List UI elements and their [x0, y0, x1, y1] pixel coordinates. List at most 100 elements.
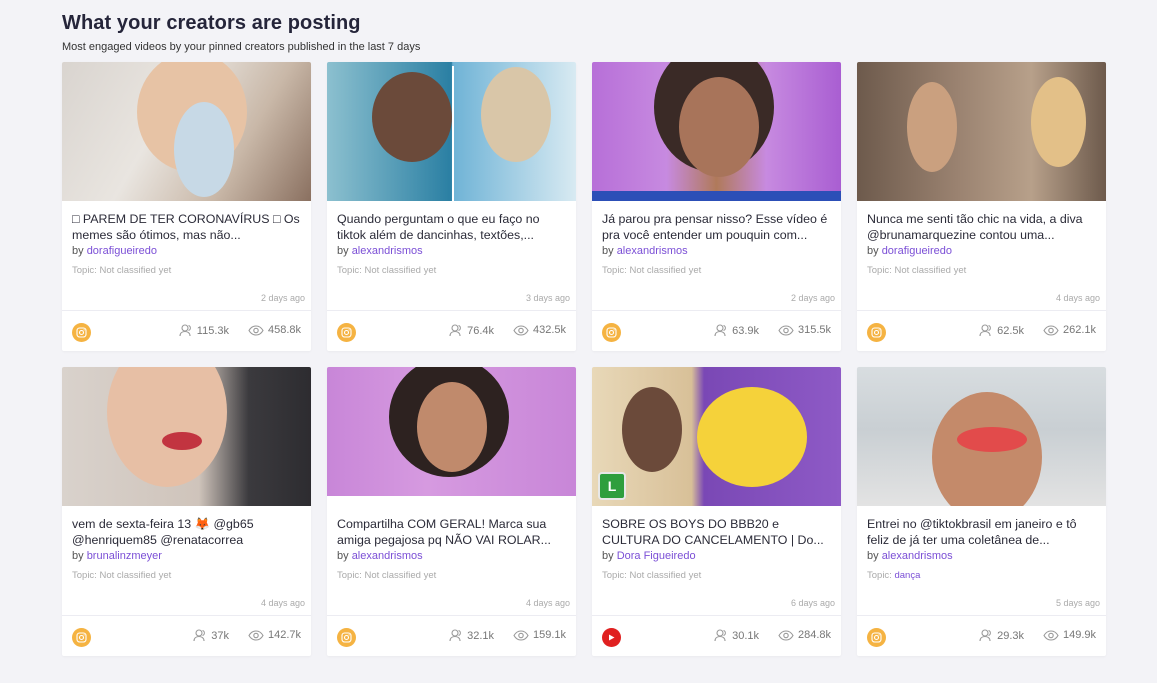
views-stat: 315.5k: [778, 324, 831, 336]
instagram-icon[interactable]: [337, 628, 356, 647]
post-age: 5 days ago: [1055, 598, 1100, 608]
topic-line: Topic: Not classified yet: [337, 265, 566, 276]
topic-label: Topic:: [72, 265, 97, 276]
post-age: 4 days ago: [525, 598, 570, 608]
topic-value: Not classified yet: [99, 265, 172, 276]
views-icon: [1043, 629, 1059, 641]
video-thumbnail[interactable]: [62, 62, 311, 201]
topic-value: Not classified yet: [629, 265, 702, 276]
followers-icon: [714, 324, 728, 337]
section-subtitle: Most engaged videos by your pinned creat…: [62, 41, 421, 53]
by-label: by: [337, 245, 349, 257]
instagram-icon[interactable]: [337, 323, 356, 342]
followers-icon: [979, 629, 993, 642]
creator-link[interactable]: alexandrismos: [352, 245, 423, 257]
topic-line: Topic: Not classified yet: [337, 570, 566, 581]
followers-count: 29.3k: [997, 629, 1024, 642]
video-description[interactable]: Nunca me senti tão chic na vida, a diva …: [867, 211, 1096, 243]
views-count: 458.8k: [267, 324, 301, 336]
followers-count: 63.9k: [732, 324, 759, 337]
thumbnail-detail: [679, 77, 760, 177]
thumbnail-detail: [416, 382, 487, 472]
followers-icon: [449, 629, 463, 642]
post-age: 2 days ago: [790, 293, 835, 303]
post-age: 4 days ago: [1055, 293, 1100, 303]
thumbnail-detail: [1031, 77, 1087, 167]
creator-link[interactable]: alexandrismos: [882, 550, 953, 562]
followers-stat: 115.3k: [179, 324, 229, 337]
thumbnail-figure: [371, 72, 452, 162]
video-card[interactable]: vem de sexta-feira 13 🦊 @gb65 @henriquem…: [62, 367, 311, 656]
instagram-icon[interactable]: [72, 323, 91, 342]
creator-line: by alexandrismos: [602, 245, 831, 257]
thumbnail-detail: [956, 427, 1027, 452]
views-count: 432.5k: [532, 324, 566, 336]
instagram-icon[interactable]: [867, 628, 886, 647]
card-footer: 32.1k 159.1k: [327, 615, 576, 656]
creator-link[interactable]: brunalinzmeyer: [87, 550, 162, 562]
video-description[interactable]: □ PAREM DE TER CORONAVÍRUS □ Os memes sã…: [72, 211, 301, 243]
creator-link[interactable]: Dora Figueiredo: [617, 550, 696, 562]
video-thumbnail[interactable]: [62, 367, 311, 506]
views-icon: [513, 629, 529, 641]
video-description[interactable]: SOBRE OS BOYS DO BBB20 e CULTURA DO CANC…: [602, 516, 831, 548]
video-card[interactable]: Entrei no @tiktokbrasil em janeiro e tô …: [857, 367, 1106, 656]
youtube-icon[interactable]: [602, 628, 621, 647]
post-age: 6 days ago: [790, 598, 835, 608]
views-icon: [778, 324, 794, 336]
creator-link[interactable]: dorafigueiredo: [882, 245, 952, 257]
video-thumbnail[interactable]: [857, 62, 1106, 201]
followers-stat: 29.3k: [979, 629, 1024, 642]
instagram-icon[interactable]: [72, 628, 91, 647]
topic-value: Not classified yet: [99, 570, 172, 581]
card-footer: 62.5k 262.1k: [857, 310, 1106, 351]
followers-icon: [449, 324, 463, 337]
followers-count: 62.5k: [997, 324, 1024, 337]
topic-line: Topic: Not classified yet: [602, 570, 831, 581]
video-thumbnail[interactable]: [857, 367, 1106, 506]
video-card[interactable]: L SOBRE OS BOYS DO BBB20 e CULTURA DO CA…: [592, 367, 841, 656]
instagram-icon[interactable]: [602, 323, 621, 342]
by-label: by: [337, 550, 349, 562]
by-label: by: [602, 245, 614, 257]
video-description[interactable]: Entrei no @tiktokbrasil em janeiro e tô …: [867, 516, 1096, 548]
topic-value: Not classified yet: [894, 265, 967, 276]
video-card[interactable]: Nunca me senti tão chic na vida, a diva …: [857, 62, 1106, 351]
video-description[interactable]: vem de sexta-feira 13 🦊 @gb65 @henriquem…: [72, 516, 301, 548]
video-thumbnail[interactable]: [327, 367, 576, 506]
views-stat: 149.9k: [1043, 629, 1096, 641]
views-stat: 262.1k: [1043, 324, 1096, 336]
video-description[interactable]: Compartilha COM GERAL! Marca sua amiga p…: [337, 516, 566, 548]
thumbnail-divider: [451, 66, 454, 201]
views-stat: 159.1k: [513, 629, 566, 641]
followers-stat: 37k: [193, 629, 229, 642]
by-label: by: [72, 245, 84, 257]
video-card[interactable]: Já parou pra pensar nisso? Esse vídeo é …: [592, 62, 841, 351]
creator-link[interactable]: dorafigueiredo: [87, 245, 157, 257]
creator-line: by dorafigueiredo: [867, 245, 1096, 257]
video-card[interactable]: Quando perguntam o que eu faço no tiktok…: [327, 62, 576, 351]
video-thumbnail[interactable]: L: [592, 367, 841, 506]
video-description[interactable]: Quando perguntam o que eu faço no tiktok…: [337, 211, 566, 243]
video-thumbnail[interactable]: [327, 62, 576, 201]
topic-value[interactable]: dança: [894, 570, 920, 581]
views-icon: [248, 629, 264, 641]
creator-link[interactable]: alexandrismos: [352, 550, 423, 562]
creator-link[interactable]: alexandrismos: [617, 245, 688, 257]
video-thumbnail[interactable]: [592, 62, 841, 201]
views-stat: 142.7k: [248, 629, 301, 641]
by-label: by: [867, 245, 879, 257]
followers-count: 32.1k: [467, 629, 494, 642]
video-description[interactable]: Já parou pra pensar nisso? Esse vídeo é …: [602, 211, 831, 243]
views-icon: [513, 324, 529, 336]
topic-line: Topic: Not classified yet: [72, 570, 301, 581]
video-card[interactable]: Compartilha COM GERAL! Marca sua amiga p…: [327, 367, 576, 656]
instagram-icon[interactable]: [867, 323, 886, 342]
video-card[interactable]: □ PAREM DE TER CORONAVÍRUS □ Os memes sã…: [62, 62, 311, 351]
views-count: 149.9k: [1062, 629, 1096, 641]
followers-count: 30.1k: [732, 629, 759, 642]
topic-line: Topic: Not classified yet: [72, 265, 301, 276]
views-stat: 458.8k: [248, 324, 301, 336]
post-age: 2 days ago: [260, 293, 305, 303]
views-count: 284.8k: [797, 629, 831, 641]
